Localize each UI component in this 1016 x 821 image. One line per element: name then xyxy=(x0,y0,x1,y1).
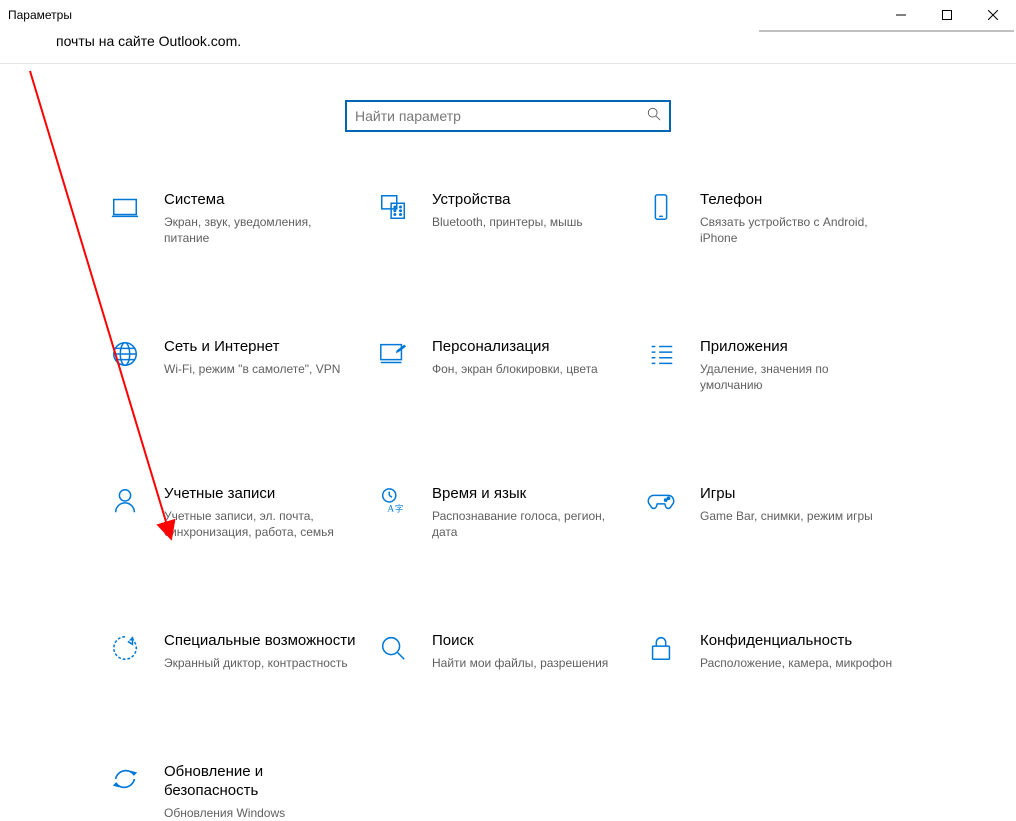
item-search[interactable]: Поиск Найти мои файлы, разрешения xyxy=(378,631,646,671)
item-gaming[interactable]: Игры Game Bar, снимки, режим игры xyxy=(646,484,914,541)
item-desc: Связать устройство с Android, iPhone xyxy=(700,214,894,248)
item-desc: Экранный диктор, контрастность xyxy=(164,655,358,672)
system-icon xyxy=(110,192,140,227)
personalization-icon xyxy=(378,339,408,374)
svg-text:A: A xyxy=(387,505,394,515)
item-desc: Wi-Fi, режим "в самолете", VPN xyxy=(164,361,358,378)
svg-text:字: 字 xyxy=(395,504,403,514)
devices-icon xyxy=(378,192,408,227)
item-title: Специальные возможности xyxy=(164,631,358,651)
search-input[interactable] xyxy=(355,108,647,124)
item-title: Время и язык xyxy=(432,484,626,504)
item-ease-of-access[interactable]: Специальные возможности Экранный диктор,… xyxy=(110,631,378,671)
item-devices[interactable]: Устройства Bluetooth, принтеры, мышь xyxy=(378,190,646,247)
item-desc: Game Bar, снимки, режим игры xyxy=(700,508,894,525)
item-desc: Распознавание голоса, регион, дата xyxy=(432,508,626,542)
item-title: Учетные записи xyxy=(164,484,358,504)
item-desc: Расположение, камера, микрофон xyxy=(700,655,894,672)
item-title: Конфиденциальность xyxy=(700,631,894,651)
item-title: Телефон xyxy=(700,190,894,210)
settings-grid: Система Экран, звук, уведомления, питани… xyxy=(106,190,910,821)
item-title: Устройства xyxy=(432,190,626,210)
window-title: Параметры xyxy=(8,8,878,22)
item-title: Приложения xyxy=(700,337,894,357)
item-phone[interactable]: Телефон Связать устройство с Android, iP… xyxy=(646,190,914,247)
item-title: Персонализация xyxy=(432,337,626,357)
privacy-icon xyxy=(646,633,676,668)
search-box[interactable] xyxy=(345,100,671,132)
globe-icon xyxy=(110,339,140,374)
search-category-icon xyxy=(378,633,408,668)
item-accounts[interactable]: Учетные записи Учетные записи, эл. почта… xyxy=(110,484,378,541)
phone-icon xyxy=(646,192,676,227)
item-desc: Найти мои файлы, разрешения xyxy=(432,655,626,672)
item-title: Система xyxy=(164,190,358,210)
scrollbar-horizontal[interactable] xyxy=(759,30,1014,32)
item-time-language[interactable]: A字 Время и язык Распознавание голоса, ре… xyxy=(378,484,646,541)
item-desc: Обновления Windows xyxy=(164,805,358,821)
item-update-security[interactable]: Обновление и безопасность Обновления Win… xyxy=(110,762,378,821)
item-privacy[interactable]: Конфиденциальность Расположение, камера,… xyxy=(646,631,914,671)
item-personalization[interactable]: Персонализация Фон, экран блокировки, цв… xyxy=(378,337,646,394)
apps-icon xyxy=(646,339,676,374)
gaming-icon xyxy=(646,486,676,521)
item-desc: Удаление, значения по умолчанию xyxy=(700,361,894,395)
minimize-button[interactable] xyxy=(878,0,924,30)
accounts-icon xyxy=(110,486,140,521)
item-network[interactable]: Сеть и Интернет Wi-Fi, режим "в самолете… xyxy=(110,337,378,394)
item-desc: Фон, экран блокировки, цвета xyxy=(432,361,626,378)
maximize-button[interactable] xyxy=(924,0,970,30)
search-container xyxy=(0,100,1016,132)
item-desc: Экран, звук, уведомления, питание xyxy=(164,214,358,248)
titlebar: Параметры xyxy=(0,0,1016,30)
item-desc: Bluetooth, принтеры, мышь xyxy=(432,214,626,231)
item-title: Поиск xyxy=(432,631,626,651)
banner-subtext: почты на сайте Outlook.com. xyxy=(0,33,1016,49)
item-system[interactable]: Система Экран, звук, уведомления, питани… xyxy=(110,190,378,247)
close-button[interactable] xyxy=(970,0,1016,30)
update-icon xyxy=(110,764,140,799)
time-language-icon: A字 xyxy=(378,486,408,521)
window-controls xyxy=(878,0,1016,30)
search-icon xyxy=(647,107,661,126)
header-divider xyxy=(0,63,1016,64)
item-title: Сеть и Интернет xyxy=(164,337,358,357)
item-title: Игры xyxy=(700,484,894,504)
ease-of-access-icon xyxy=(110,633,140,668)
item-apps[interactable]: Приложения Удаление, значения по умолчан… xyxy=(646,337,914,394)
item-title: Обновление и безопасность xyxy=(164,762,358,801)
item-desc: Учетные записи, эл. почта, синхронизация… xyxy=(164,508,358,542)
